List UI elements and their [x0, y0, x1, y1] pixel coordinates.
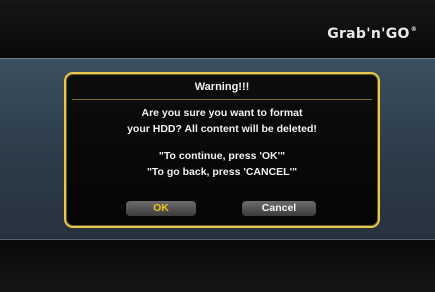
top-bar: Grab'n'GO®	[0, 0, 435, 58]
tv-screen: Grab'n'GO® Warning!!! Are you sure you w…	[0, 0, 435, 292]
brand-name: Grab'n'GO	[327, 26, 410, 42]
message-line-2: your HDD? All content will be deleted!	[127, 123, 317, 135]
warning-dialog: Warning!!! Are you sure you want to form…	[64, 72, 380, 228]
message-line-1: Are you sure you want to format	[141, 107, 303, 119]
cancel-button[interactable]: Cancel	[242, 201, 316, 216]
registered-mark: ®	[410, 26, 417, 33]
brand-logo: Grab'n'GO®	[327, 26, 417, 42]
bottom-bar	[0, 240, 435, 292]
message-line-3: "To continue, press 'OK'"	[158, 150, 286, 162]
dialog-title: Warning!!!	[194, 81, 250, 93]
message-line-4: "To go back, press 'CANCEL'"	[146, 166, 298, 178]
ok-button[interactable]: OK	[126, 201, 196, 216]
title-divider	[72, 99, 372, 100]
